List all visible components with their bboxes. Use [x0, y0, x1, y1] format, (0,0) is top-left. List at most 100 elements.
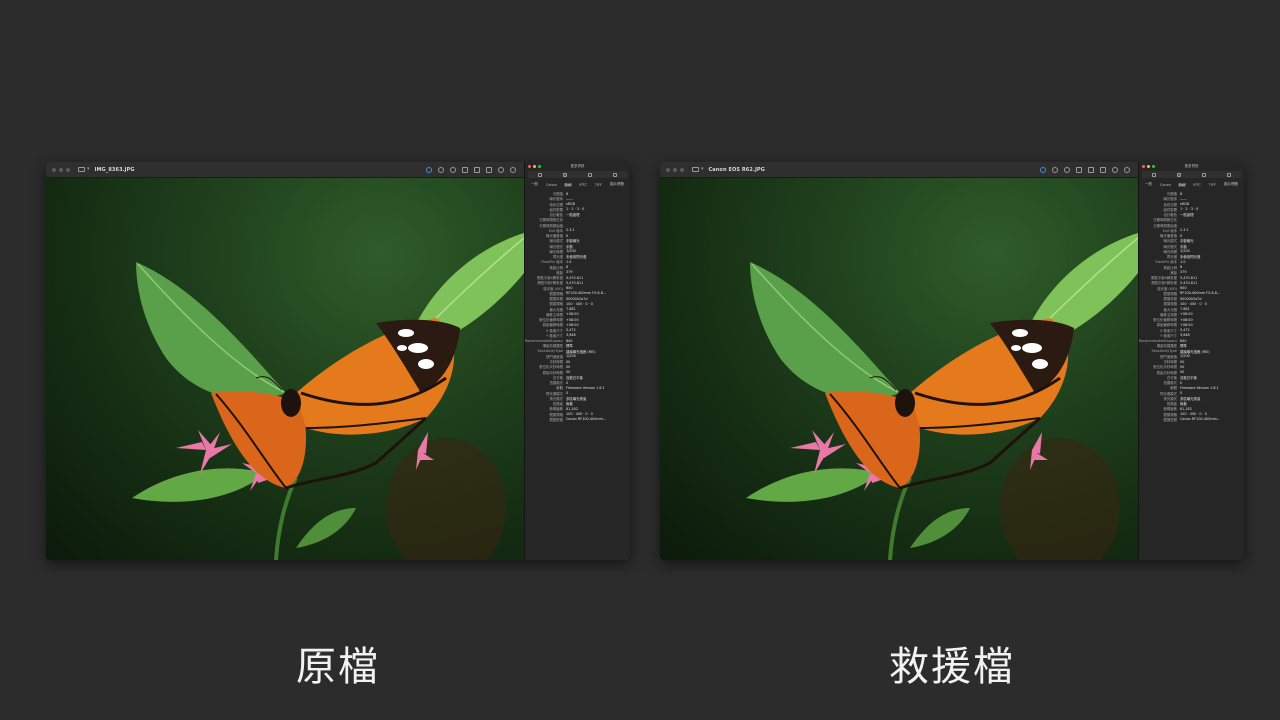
tab-iptc[interactable]: IPTC	[578, 183, 588, 187]
share-icon[interactable]	[1076, 166, 1082, 173]
tab-exif[interactable]: Exif	[1177, 182, 1187, 187]
exif-value: 8	[1180, 191, 1183, 196]
exif-value: 0	[1180, 233, 1183, 238]
exif-key: 鏡頭規格	[1163, 291, 1177, 296]
exif-key: 曝光程式	[1163, 244, 1177, 249]
tab-general[interactable]: 一般	[1144, 182, 1153, 187]
exif-value: +08:00	[1180, 322, 1193, 327]
minimize-dot[interactable]	[673, 167, 677, 172]
chevron-down-icon[interactable]: ▾	[87, 167, 90, 172]
exif-key: RecommendedExposureI...	[525, 338, 563, 343]
inspector-icon-bar	[528, 171, 627, 178]
exif-key: 原始次秒時間	[542, 370, 563, 375]
butterfly-image	[132, 233, 524, 560]
exif-tab-icon[interactable]	[1177, 172, 1182, 177]
exif-value: 379	[566, 270, 573, 275]
chevron-down-icon[interactable]: ▾	[701, 167, 704, 172]
rotate-icon[interactable]	[486, 166, 492, 173]
exif-key: 鏡頭規格	[549, 291, 563, 296]
zoom-dot[interactable]	[680, 167, 684, 172]
exif-key: SensitivityType	[537, 349, 563, 354]
butterfly-image	[746, 233, 1138, 560]
exif-value: 一般處理	[566, 213, 580, 218]
exif-key: 軟體	[556, 386, 563, 391]
share-icon[interactable]	[462, 166, 468, 173]
markup-icon[interactable]	[1088, 166, 1094, 173]
exif-key: 焦點平面X解析度	[536, 276, 563, 281]
exif-value: 2.3.1	[1180, 228, 1189, 233]
exif-key: 閃光燈	[1166, 255, 1177, 260]
exif-row: 鏡頭型號 Canon RF100-400mm...	[525, 417, 630, 422]
exif-key: 軟體	[1170, 386, 1177, 391]
tab-image-tags[interactable]: 圖片標籤	[609, 182, 625, 187]
exif-tab-icon[interactable]	[563, 172, 568, 177]
exif-value: +08:00	[1180, 317, 1193, 322]
exif-value: 00	[1180, 364, 1185, 369]
exif-value: 建議曝光指數 (REI)	[566, 349, 596, 354]
zoom-out-icon[interactable]	[438, 166, 444, 173]
exif-value: 640	[1180, 338, 1187, 343]
window-titlebar[interactable]: ▾ IMG_8363.JPG	[46, 162, 524, 178]
tab-exif[interactable]: Exif	[563, 182, 573, 187]
window-controls[interactable]	[52, 167, 70, 172]
exif-key: 色彩空間	[1163, 202, 1177, 207]
search-icon[interactable]	[1124, 166, 1130, 173]
zoom-in-icon[interactable]	[1064, 166, 1070, 173]
pencil-tab-icon[interactable]	[612, 172, 617, 177]
exif-value: 640	[1180, 286, 1187, 291]
exif-key: X 像素尺寸	[1160, 328, 1177, 333]
markup-circle-icon[interactable]	[1112, 166, 1118, 173]
tab-canon[interactable]: Canon	[1159, 183, 1172, 187]
exif-key: 焦點平面Y解析度	[1151, 281, 1177, 286]
exif-key: 曝光時間	[549, 249, 563, 254]
tab-iptc[interactable]: IPTC	[1192, 183, 1202, 187]
close-dot[interactable]	[666, 167, 670, 172]
tab-tiff[interactable]: TIFF	[594, 183, 603, 187]
exif-key: SensitivityType	[1151, 349, 1177, 354]
tab-canon[interactable]: Canon	[545, 183, 558, 187]
exif-value: 標準	[566, 344, 573, 349]
zoom-dot[interactable]	[66, 167, 70, 172]
exif-list: 光圈值 8 曝光程序 —— 色彩空間 sRGB 組件配置 1 · 2 · 3 · 0 自訂著色一…	[1139, 191, 1244, 422]
close-dot[interactable]	[52, 167, 56, 172]
search-icon[interactable]	[510, 166, 516, 173]
sidebar-toggle-icon[interactable]	[78, 167, 85, 172]
adjust-tab-icon[interactable]	[587, 172, 592, 177]
tab-image-tags[interactable]: 圖片標籤	[1223, 182, 1239, 187]
exif-value: sRGB	[1180, 202, 1190, 207]
inspector-header[interactable]: 更多資訊	[1139, 162, 1244, 170]
exif-value: 100 · 400 · 0 · 0	[1180, 301, 1207, 306]
info-tab-icon[interactable]	[1152, 172, 1157, 177]
markup-circle-icon[interactable]	[498, 166, 504, 173]
exif-value: 00	[1180, 359, 1185, 364]
minimize-dot[interactable]	[59, 167, 63, 172]
exif-key: 偏移主時間	[546, 312, 563, 317]
sidebar-toggle-icon[interactable]	[692, 167, 699, 172]
exif-row: 鏡頭型號 Canon RF100-400mm...	[1139, 417, 1244, 422]
exif-value: 100 · 400 · 0 · 0	[1180, 412, 1207, 417]
exif-key: 數位化次秒時間	[1153, 365, 1177, 370]
adjust-tab-icon[interactable]	[1201, 172, 1206, 177]
exif-value: 7.881	[1180, 307, 1190, 312]
info-icon[interactable]	[426, 166, 432, 173]
zoom-out-icon[interactable]	[1052, 166, 1058, 173]
exif-value: 379	[1180, 270, 1187, 275]
inspector-header[interactable]: 更多資訊	[525, 162, 630, 170]
markup-icon[interactable]	[474, 166, 480, 173]
window-controls[interactable]	[666, 167, 684, 172]
tab-general[interactable]: 一般	[530, 182, 539, 187]
rotate-icon[interactable]	[1100, 166, 1106, 173]
tab-tiff[interactable]: TIFF	[1208, 183, 1217, 187]
pencil-tab-icon[interactable]	[1226, 172, 1231, 177]
exif-value: 5,470.811	[566, 280, 584, 285]
info-icon[interactable]	[1040, 166, 1046, 173]
info-tab-icon[interactable]	[538, 172, 543, 177]
exif-key: 焦點平面X解析度	[1150, 276, 1177, 281]
zoom-in-icon[interactable]	[450, 166, 456, 173]
exif-key: 焦距	[1170, 270, 1177, 275]
exif-value: 100 · 400 · 0 · 0	[566, 412, 593, 417]
window-titlebar[interactable]: ▾ Canon EOS R62.JPG	[660, 162, 1138, 178]
exif-value: 5,472	[1180, 328, 1190, 333]
exif-value: 標準	[1180, 344, 1187, 349]
exif-key: 次秒時間	[549, 360, 563, 365]
